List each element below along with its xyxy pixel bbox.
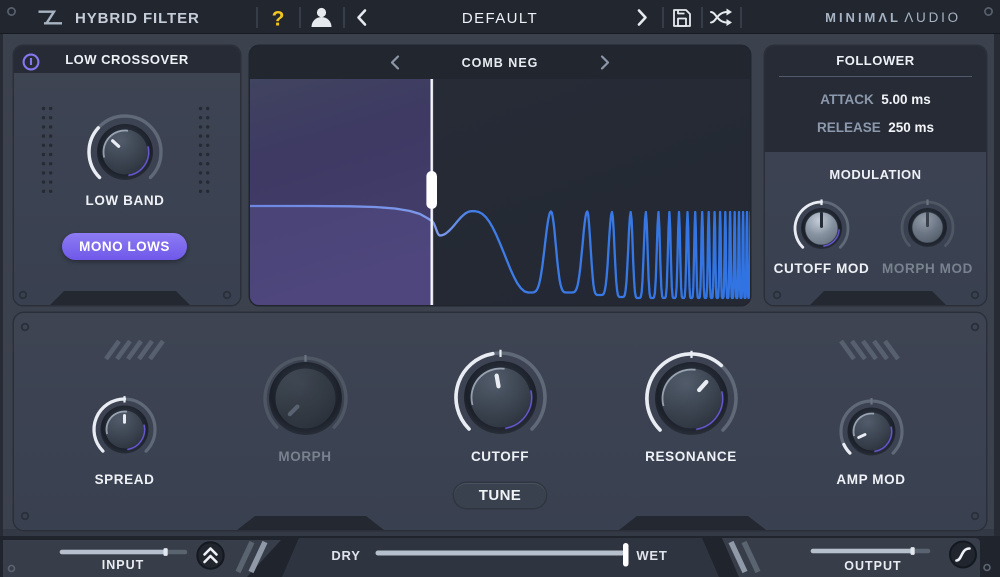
svg-text:OUTPUT: OUTPUT (844, 559, 901, 573)
svg-text:HYBRID FILTER: HYBRID FILTER (75, 10, 200, 27)
svg-text:COMB NEG: COMB NEG (462, 56, 539, 70)
svg-text:DRY: DRY (331, 548, 360, 563)
svg-text:ΛUDIO: ΛUDIO (904, 10, 961, 25)
svg-text:INPUT: INPUT (102, 558, 145, 572)
svg-text:DEFAULT: DEFAULT (462, 10, 538, 27)
svg-text:?: ? (272, 8, 285, 31)
svg-text:WET: WET (636, 548, 667, 563)
svg-text:MINIMΛL: MINIMΛL (825, 10, 901, 25)
